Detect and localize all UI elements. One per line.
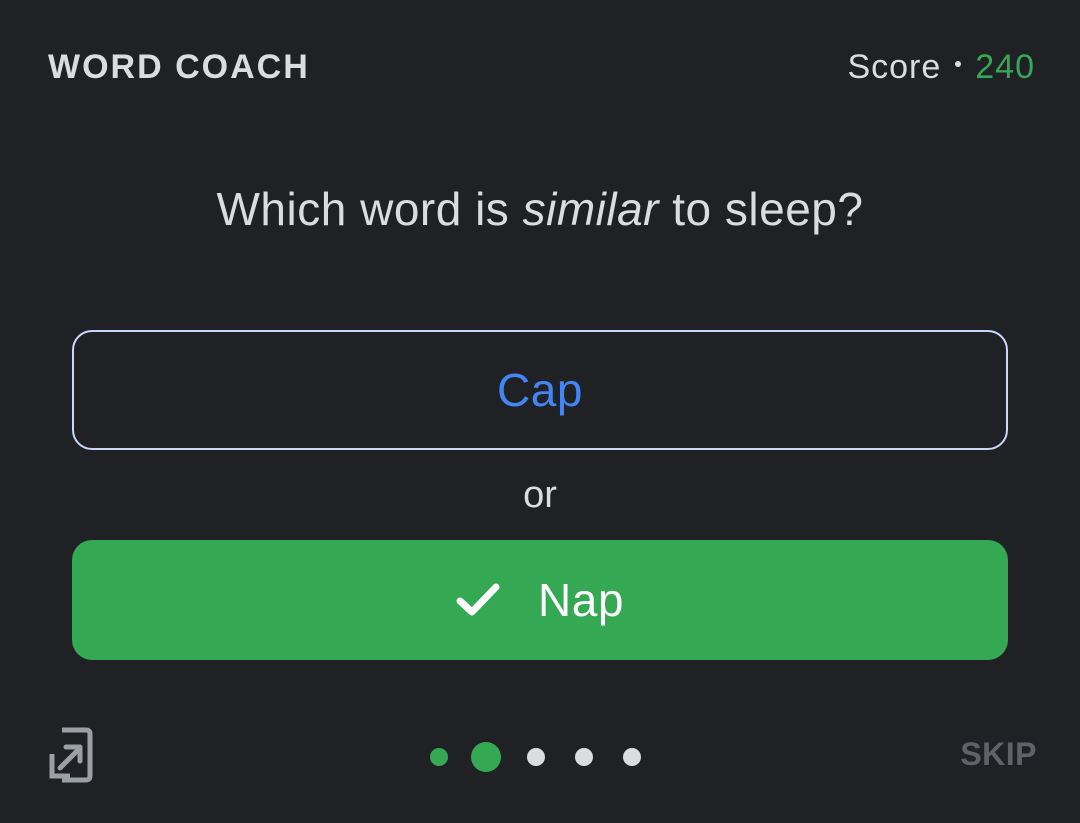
option-cap-button[interactable]: Cap xyxy=(72,330,1008,450)
question-text: Which word is similar to sleep? xyxy=(0,182,1080,236)
share-icon[interactable] xyxy=(48,726,94,784)
option-label: Cap xyxy=(497,364,583,416)
option-nap-button[interactable]: Nap xyxy=(72,540,1008,660)
checkmark-icon xyxy=(456,583,500,616)
option-label: Nap xyxy=(538,574,624,626)
score-value: 240 xyxy=(975,48,1035,86)
or-separator: or xyxy=(523,474,557,516)
app-title: WORD COACH xyxy=(48,48,310,86)
question-prefix: Which word is xyxy=(216,183,523,235)
progress-dot xyxy=(430,748,448,766)
score-display: Score 240 xyxy=(847,48,1035,87)
question-emphasis: similar xyxy=(522,183,659,235)
score-separator-dot xyxy=(955,60,962,67)
progress-dot xyxy=(471,742,501,772)
skip-button[interactable]: SKIP xyxy=(960,736,1037,773)
progress-dot xyxy=(575,748,593,766)
question-suffix: to sleep? xyxy=(658,183,864,235)
score-label: Score xyxy=(847,48,942,86)
progress-dot xyxy=(623,748,641,766)
progress-dot xyxy=(527,748,545,766)
progress-indicator xyxy=(430,741,641,773)
